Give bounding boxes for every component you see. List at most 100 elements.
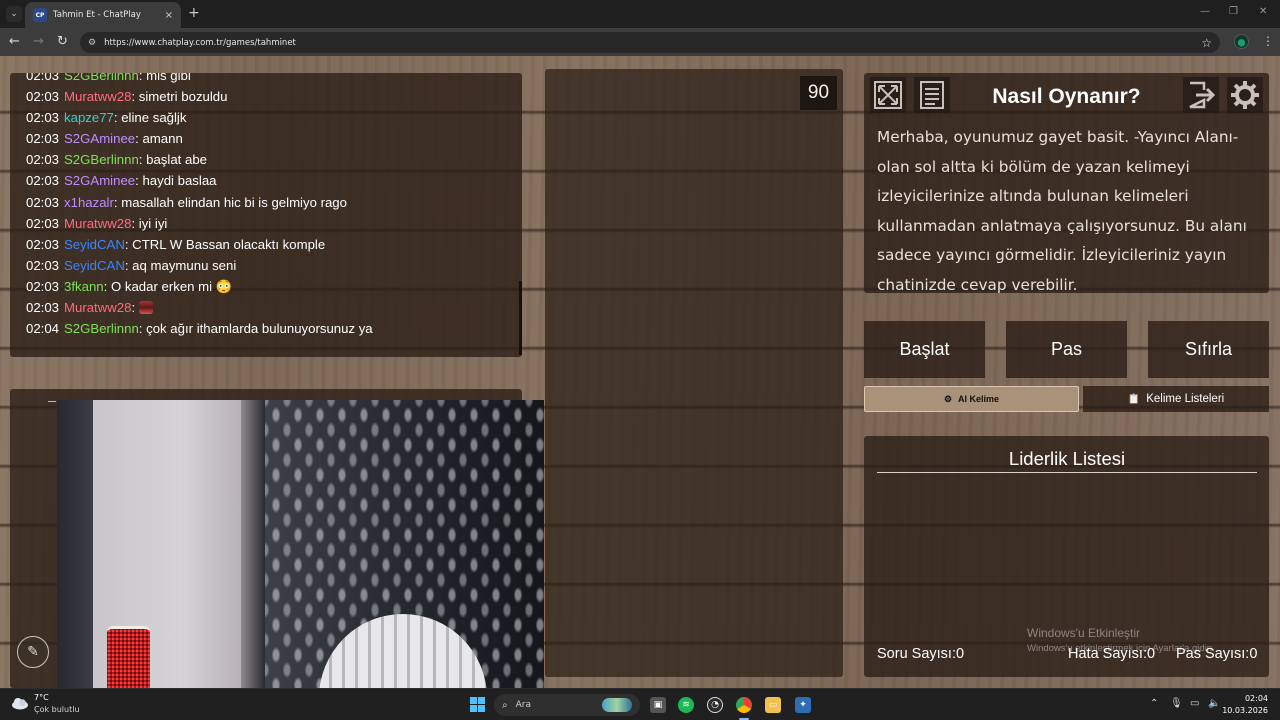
close-window-icon[interactable]: ✕ xyxy=(1259,6,1267,17)
instructions-text: Merhaba, oyunumuz gayet basit. -Yayıncı … xyxy=(877,128,1247,294)
ai-word-button[interactable]: ⚙ AI Kelime xyxy=(864,386,1079,412)
profile-avatar[interactable] xyxy=(1234,34,1249,49)
obs-icon[interactable]: ◔ xyxy=(707,697,723,713)
bookmark-star-icon[interactable]: ☆ xyxy=(1201,36,1212,50)
back-icon[interactable]: ← xyxy=(9,34,20,50)
chat-message: 02:04 S2GBerlinnn: çok ağır ithamlarda bu… xyxy=(26,318,512,339)
chat-username[interactable]: Muratww28 xyxy=(64,89,131,104)
chat-message: 02:03 S2GBerlinnn: mis gibi xyxy=(26,73,512,86)
windows-start-icon[interactable] xyxy=(470,697,485,712)
new-tab-icon[interactable]: + xyxy=(188,6,200,20)
chat-timestamp: 02:03 xyxy=(26,300,60,316)
exit-icon[interactable] xyxy=(1183,77,1219,113)
chat-message: 02:03 Muratww28: iyi iyi xyxy=(26,213,512,234)
app-icon[interactable]: ✦ xyxy=(795,697,811,713)
chat-username[interactable]: S2GAminee xyxy=(64,173,135,188)
settings-gear-icon[interactable] xyxy=(1227,77,1263,113)
chat-username[interactable]: S2GBerlinnn xyxy=(64,321,139,336)
weather-description[interactable]: Çok bulutlu xyxy=(34,705,80,714)
chat-username[interactable]: Muratww28 xyxy=(64,216,131,231)
taskbar-search[interactable]: ⌕ Ara xyxy=(494,694,640,716)
chat-text: : amann xyxy=(135,131,183,147)
menu-icon[interactable]: ⋮ xyxy=(1262,34,1274,48)
minimize-icon[interactable]: — xyxy=(1200,6,1210,17)
close-tab-icon[interactable]: × xyxy=(165,10,173,21)
reset-button[interactable]: Sıfırla xyxy=(1148,321,1269,378)
word-lists-label: Kelime Listeleri xyxy=(1146,393,1225,405)
display-icon[interactable]: ▭ xyxy=(1190,698,1199,709)
windows-taskbar: 7°C Çok bulutlu ⌕ Ara ▣ ≋ ◔ ▭ ✦ ⌃ 🎙 ▭ 🔈 … xyxy=(0,688,1280,720)
chat-username[interactable]: S2GBerlinnn xyxy=(64,73,139,83)
microphone-icon[interactable]: 🎙 xyxy=(1170,698,1183,709)
cloudy-weather-icon xyxy=(12,698,28,710)
chat-text: : xyxy=(131,300,139,316)
chat-timestamp: 02:03 xyxy=(26,73,60,83)
weather-temperature[interactable]: 7°C xyxy=(34,693,49,702)
tab-search-icon[interactable]: ⌄ xyxy=(6,6,22,22)
list-icon: 📋 xyxy=(1127,393,1141,405)
errors-value: 0 xyxy=(1146,646,1156,662)
forward-icon[interactable]: → xyxy=(33,34,44,50)
chat-message: 02:03 x1hazalr: masallah elindan hic bi i… xyxy=(26,192,512,213)
chat-message: 02:03 SeyidCAN: aq maymunu seni xyxy=(26,255,512,276)
tray-chevron-icon[interactable]: ⌃ xyxy=(1150,698,1158,709)
webcam-feed xyxy=(57,400,544,688)
chat-message: 02:03 Muratww28: xyxy=(26,297,512,318)
chat-text: : çok ağır ithamlarda bulunuyorsunuz ya xyxy=(138,321,373,337)
chat-message-list: 02:03 S2GBerlinnn: mis gibi 02:03 Muratww28… xyxy=(26,73,512,339)
browser-toolbar: ← → ↻ ⚙ https://www.chatplay.com.tr/game… xyxy=(0,28,1280,56)
chat-timestamp: 02:04 xyxy=(26,321,60,337)
chat-message: 02:03 Muratww28: simetri bozuldu xyxy=(26,86,512,107)
reload-icon[interactable]: ↻ xyxy=(57,34,68,50)
clock-date[interactable]: 10.03.2026 xyxy=(1222,706,1268,715)
pencil-tool-icon[interactable]: ✎ xyxy=(17,636,49,668)
pass-button[interactable]: Pas xyxy=(1006,321,1127,378)
chat-timestamp: 02:03 xyxy=(26,152,60,168)
chat-message: 02:03 S2GAminee: haydi baslaa xyxy=(26,170,512,191)
site-info-icon[interactable]: ⚙ xyxy=(88,38,96,48)
instructions-title: Nasıl Oynanır? xyxy=(992,85,1141,108)
chat-username[interactable]: kapze77 xyxy=(64,110,114,125)
tab-title: Tahmin Et - ChatPlay xyxy=(53,10,141,20)
address-bar[interactable]: ⚙ https://www.chatplay.com.tr/games/tahm… xyxy=(80,32,1220,53)
word-panel xyxy=(545,69,843,677)
activation-watermark-title: Windows'u Etkinleştir xyxy=(1027,626,1140,640)
emote-icon xyxy=(138,301,153,315)
chrome-icon[interactable] xyxy=(736,697,752,713)
chat-text: : başlat abe xyxy=(138,152,207,168)
chat-text: : O kadar erken mi 😳 xyxy=(103,278,233,294)
file-explorer-icon[interactable]: ▭ xyxy=(765,697,781,713)
questions-value: 0 xyxy=(955,646,965,662)
chat-timestamp: 02:03 xyxy=(26,173,60,189)
browser-tab[interactable]: CP Tahmin Et - ChatPlay × xyxy=(25,2,181,28)
chat-username[interactable]: SeyidCAN xyxy=(64,237,125,252)
chat-username[interactable]: SeyidCAN xyxy=(64,258,125,273)
chat-username[interactable]: S2GAminee xyxy=(64,131,135,146)
word-lists-button[interactable]: 📋 Kelime Listeleri xyxy=(1083,386,1269,412)
passes-label: Pas Sayısı: xyxy=(1176,646,1250,662)
volume-icon[interactable]: 🔈 xyxy=(1208,698,1220,709)
fullscreen-icon[interactable] xyxy=(870,77,906,113)
leaderboard-divider xyxy=(877,472,1257,473)
spotify-icon[interactable]: ≋ xyxy=(678,697,694,713)
chat-username[interactable]: S2GBerlinnn xyxy=(64,152,139,167)
chat-message: 02:03 SeyidCAN: CTRL W Bassan olacaktı ko… xyxy=(26,234,512,255)
chat-scrollbar[interactable] xyxy=(519,281,522,355)
chat-message: 02:03 S2GAminee: amann xyxy=(26,128,512,149)
chat-timestamp: 02:03 xyxy=(26,257,60,273)
task-view-icon[interactable]: ▣ xyxy=(650,697,666,713)
start-button[interactable]: Başlat xyxy=(864,321,985,378)
questions-count: Soru Sayısı:0 xyxy=(877,646,964,662)
url-text[interactable]: https://www.chatplay.com.tr/games/tahmin… xyxy=(104,38,1201,48)
restore-icon[interactable]: ❐ xyxy=(1229,6,1238,17)
clock-time[interactable]: 02:04 xyxy=(1232,694,1268,703)
chat-username[interactable]: Muratww28 xyxy=(64,300,131,315)
chat-username[interactable]: 3fkann xyxy=(64,279,104,294)
chat-username[interactable]: x1hazalr xyxy=(64,195,114,210)
chat-panel: 02:03 S2GBerlinnn: mis gibi 02:03 Muratww28… xyxy=(10,73,522,357)
notes-icon[interactable] xyxy=(914,77,950,113)
search-placeholder: Ara xyxy=(515,700,531,710)
chat-timestamp: 02:03 xyxy=(26,89,60,105)
chat-text: : CTRL W Bassan olacaktı komple xyxy=(124,236,326,252)
chat-timestamp: 02:03 xyxy=(26,110,60,126)
